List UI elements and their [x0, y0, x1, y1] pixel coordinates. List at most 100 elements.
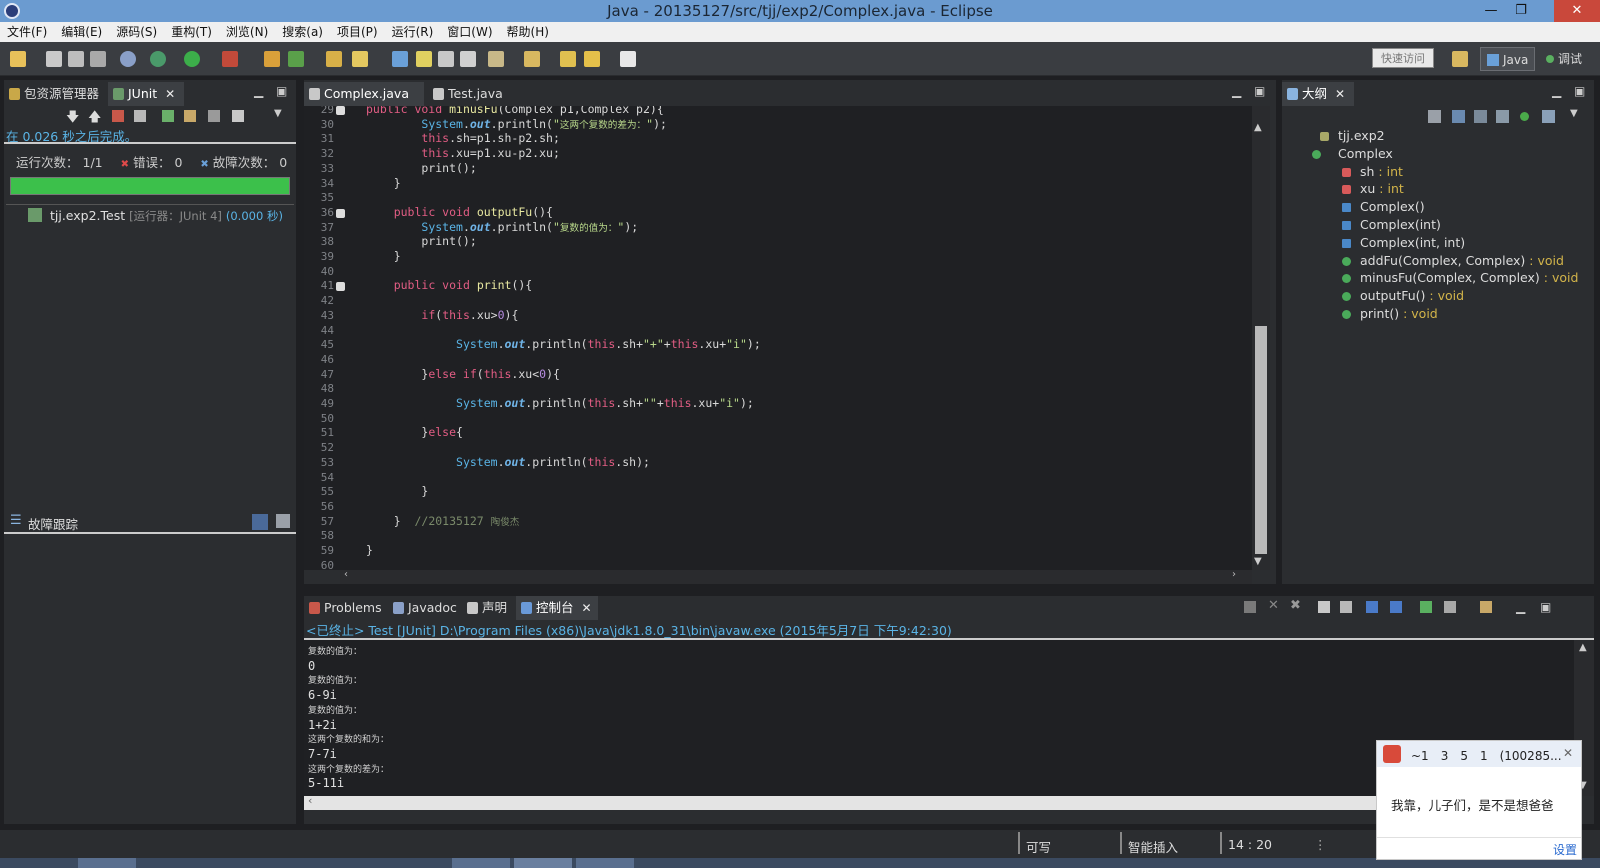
external-tools-icon[interactable]	[222, 51, 238, 67]
rerun-test-icon[interactable]	[162, 110, 174, 122]
show-whitespace-icon[interactable]	[460, 51, 476, 67]
scroll-lock-icon[interactable]	[1340, 601, 1352, 613]
maximize-view-icon[interactable]: ▣	[276, 84, 287, 98]
taskbar-app-icon[interactable]	[514, 858, 572, 868]
fold-toggle-icon[interactable]	[336, 208, 345, 218]
minimize-view-icon[interactable]: ▁	[1516, 600, 1525, 614]
menu-search[interactable]: 搜索(a)	[275, 22, 330, 42]
close-tab-icon[interactable]: ✕	[165, 82, 175, 106]
close-tab-icon[interactable]: ✕	[582, 596, 592, 620]
terminate-icon[interactable]	[1244, 601, 1256, 613]
horizontal-scrollbar[interactable]: ‹ ›	[340, 569, 1252, 584]
view-menu-icon[interactable]: ▼	[274, 108, 282, 119]
scroll-left-icon[interactable]: ‹	[344, 569, 348, 580]
new-java-project-icon[interactable]	[264, 51, 280, 67]
maximize-editor-icon[interactable]: ▣	[1254, 84, 1265, 98]
clear-console-icon[interactable]	[1318, 601, 1330, 613]
tab-test-java[interactable]: Test.java	[428, 82, 518, 106]
chat-notification[interactable]: ~1 3 5 1 (100285... ✕ 我靠，儿子们，是不是想爸爸 设置	[1376, 740, 1582, 860]
outline-item[interactable]: tjj.exp2	[1338, 128, 1385, 143]
fold-toggle-icon[interactable]	[336, 282, 345, 292]
minimize-editor-icon[interactable]: ▁	[1232, 84, 1241, 98]
quick-access-input[interactable]: 快速访问	[1372, 48, 1434, 68]
previous-annotation-icon[interactable]	[524, 51, 540, 67]
outline-item[interactable]: xu : int	[1360, 181, 1404, 196]
tab-console[interactable]: 控制台 ✕	[516, 596, 598, 620]
skip-breakpoints-icon[interactable]	[120, 51, 136, 67]
collapse-all-icon[interactable]	[1428, 110, 1441, 123]
maximize-view-icon[interactable]: ▣	[1540, 600, 1551, 614]
outline-item[interactable]: Complex	[1338, 146, 1393, 161]
back-arrow-icon[interactable]	[584, 51, 600, 67]
outline-item[interactable]: minusFu(Complex, Complex) : void	[1360, 270, 1578, 285]
block-selection-icon[interactable]	[438, 51, 454, 67]
scroll-left-icon[interactable]: ‹	[308, 794, 312, 807]
outline-item[interactable]: addFu(Complex, Complex) : void	[1360, 253, 1564, 268]
open-console-icon[interactable]	[1480, 601, 1492, 613]
vertical-scrollbar[interactable]: ▲ ▼	[1252, 106, 1270, 570]
hide-static-icon[interactable]	[1496, 110, 1509, 123]
remove-all-launches-icon[interactable]: ✖	[1290, 598, 1301, 613]
restore-icon[interactable]: ❐	[1506, 0, 1536, 22]
close-icon[interactable]: ✕	[1554, 0, 1600, 22]
view-menu-icon[interactable]: ▼	[1570, 108, 1578, 119]
filter-stack-icon[interactable]	[252, 514, 268, 530]
run-icon[interactable]	[184, 51, 200, 67]
hide-nonpublic-icon[interactable]	[1520, 112, 1529, 121]
tab-complex-java[interactable]: Complex.java✕	[304, 82, 424, 125]
compare-result-icon[interactable]	[276, 514, 290, 528]
taskbar-app-icon[interactable]	[78, 858, 136, 868]
notification-settings-link[interactable]: 设置	[1553, 841, 1577, 858]
maximize-view-icon[interactable]: ▣	[1574, 84, 1585, 98]
search-icon[interactable]	[352, 51, 368, 67]
outline-item[interactable]: outputFu() : void	[1360, 288, 1464, 303]
perspective-java[interactable]: Java	[1480, 47, 1536, 71]
open-perspective-icon[interactable]	[1452, 51, 1468, 67]
hide-fields-icon[interactable]	[1474, 110, 1487, 123]
open-type-icon[interactable]	[326, 51, 342, 67]
minimize-view-icon[interactable]: ▁	[254, 84, 263, 98]
status-menu-icon[interactable]: ⋮	[1314, 837, 1327, 852]
minimize-view-icon[interactable]: ▁	[1552, 84, 1561, 98]
scroll-up-icon[interactable]: ▲	[1254, 122, 1266, 134]
menu-help[interactable]: 帮助(H)	[500, 22, 556, 42]
toggle-highlight-icon[interactable]	[416, 51, 432, 67]
code-editor[interactable]: 29 public void minusFu(Complex p1,Complex…	[304, 106, 1252, 570]
menu-file[interactable]: 文件(F)	[0, 22, 54, 42]
new-icon[interactable]	[10, 51, 26, 67]
menu-window[interactable]: 窗口(W)	[440, 22, 499, 42]
stop-icon[interactable]	[208, 110, 220, 122]
sort-icon[interactable]	[1452, 110, 1465, 123]
new-package-icon[interactable]	[288, 51, 304, 67]
tab-problems[interactable]: Problems	[304, 596, 388, 620]
outline-item[interactable]: Complex(int)	[1360, 217, 1441, 232]
toggle-mark-occurrences-icon[interactable]	[392, 51, 408, 67]
debug-icon[interactable]	[150, 51, 166, 67]
outline-item[interactable]: Complex()	[1360, 199, 1425, 214]
show-failures-only-icon[interactable]	[112, 110, 124, 122]
pin-console-icon[interactable]	[1420, 601, 1432, 613]
minimize-icon[interactable]: —	[1476, 0, 1506, 22]
remove-launch-icon[interactable]: ✕	[1268, 598, 1279, 613]
menu-run[interactable]: 运行(R)	[385, 22, 441, 42]
fold-toggle-icon[interactable]	[336, 106, 345, 115]
scroll-thumb[interactable]	[1255, 326, 1267, 554]
scroll-right-icon[interactable]: ›	[1232, 569, 1236, 580]
tab-outline[interactable]: 大纲 ✕	[1282, 82, 1354, 106]
outline-item[interactable]: sh : int	[1360, 164, 1403, 179]
tab-junit[interactable]: JUnit ✕	[108, 82, 184, 106]
tab-package-explorer[interactable]: 包资源管理器	[4, 82, 108, 106]
menu-refactor[interactable]: 重构(T)	[164, 22, 219, 42]
scroll-lock-icon[interactable]	[134, 110, 146, 122]
menu-project[interactable]: 项目(P)	[330, 22, 385, 42]
forward-arrow-icon[interactable]	[620, 51, 636, 67]
tab-declaration[interactable]: 声明	[462, 596, 514, 620]
taskbar-app-icon[interactable]	[576, 858, 634, 868]
outline-item[interactable]: print() : void	[1360, 306, 1438, 321]
test-tree-item[interactable]: tjj.exp2.Test [运行器：JUnit 4] (0.000 秒)	[28, 208, 283, 224]
display-console-icon[interactable]	[1444, 601, 1456, 613]
last-edit-location-icon[interactable]	[560, 51, 576, 67]
hide-local-types-icon[interactable]	[1542, 110, 1555, 123]
next-annotation-icon[interactable]	[488, 51, 504, 67]
scroll-down-icon[interactable]: ▼	[1254, 556, 1266, 568]
